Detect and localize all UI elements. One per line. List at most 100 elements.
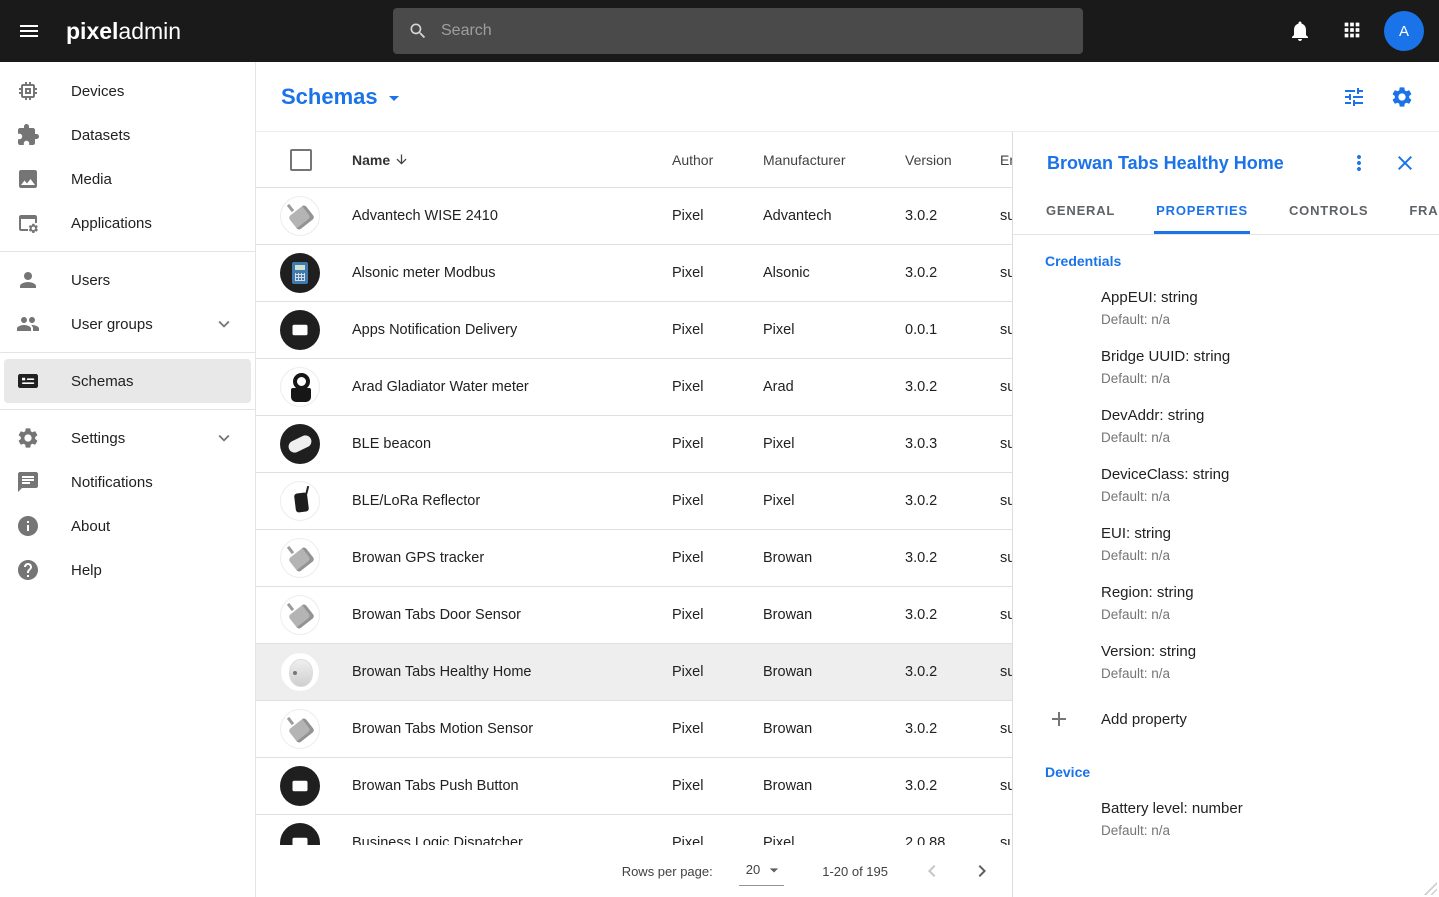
sidebar-divider [0,251,255,252]
section-label-credentials[interactable]: Credentials [1045,253,1423,269]
sidebar-item-label: Devices [71,83,124,100]
sidebar-item-label: About [71,518,110,535]
page-title-dropdown[interactable]: Schemas [281,83,406,110]
sidebar-item-about[interactable]: About [4,504,251,548]
table-row[interactable]: Arad Gladiator Water meterPixelArad3.0.2… [256,359,1012,416]
section-label-device[interactable]: Device [1045,764,1423,780]
page-title: Schemas [281,84,378,110]
cell-author: Pixel [662,208,753,224]
cell-version: 3.0.2 [895,493,990,509]
property-item[interactable]: EUI: string Default: n/a [1101,525,1423,563]
cell-name: Browan Tabs Motion Sensor [342,721,662,737]
schema-thumbnail [280,823,320,845]
property-name: Bridge UUID: string [1101,348,1423,365]
table-row[interactable]: BLE/LoRa ReflectorPixelPixel3.0.2su [256,473,1012,530]
next-page-chevron-icon[interactable] [970,859,994,883]
property-item[interactable]: DeviceClass: stringDefault: n/a [1101,466,1423,504]
sidebar-item-notifications[interactable]: Notifications [4,460,251,504]
schema-thumbnail [280,538,320,578]
table-row[interactable]: Browan Tabs Push ButtonPixelBrowan3.0.2s… [256,758,1012,815]
tab-fragments[interactable]: FRAGMENTS [1407,186,1439,234]
pagination-range: 1-20 of 195 [822,864,888,879]
table-row[interactable]: Business Logic DispatcherPixelPixel2.0.8… [256,815,1012,845]
applications-icon [16,211,40,235]
column-header-manufacturer[interactable]: Manufacturer [753,152,895,168]
property-default: Default: n/a [1101,312,1423,327]
sort-descending-icon [394,152,409,167]
table-row[interactable]: Alsonic meter ModbusPixelAlsonic3.0.2su [256,245,1012,302]
property-name: EUI: string [1101,525,1423,542]
cell-author: Pixel [662,322,753,338]
kebab-menu-icon[interactable] [1347,151,1371,175]
panel-title: Browan Tabs Healthy Home [1047,153,1284,174]
cell-manufacturer: Pixel [753,835,895,845]
logo-light-part: admin [118,18,181,44]
column-header-author[interactable]: Author [662,152,753,168]
schema-thumbnail [280,253,320,293]
table-row[interactable]: Browan Tabs Door SensorPixelBrowan3.0.2s… [256,587,1012,644]
rows-per-page-select[interactable]: 20 [739,857,784,886]
sidebar-item-help[interactable]: Help [4,548,251,592]
hamburger-menu-icon[interactable] [17,19,41,43]
select-all-checkbox[interactable] [290,149,312,171]
sidebar-item-applications[interactable]: Applications [4,201,251,245]
avatar[interactable]: A [1384,11,1424,51]
sidebar-item-schemas[interactable]: Schemas [4,359,251,403]
previous-page-chevron-icon[interactable] [920,859,944,883]
sidebar-item-settings[interactable]: Settings [4,416,251,460]
search-input[interactable] [439,21,1083,41]
cell-version: 3.0.2 [895,379,990,395]
property-item[interactable]: Region: stringDefault: n/a [1101,584,1423,622]
property-item[interactable]: Bridge UUID: stringDefault: n/a [1101,348,1423,386]
schema-thumbnail [280,424,320,464]
table-row[interactable]: Browan GPS trackerPixelBrowan3.0.2su [256,530,1012,587]
notifications-bell-icon[interactable] [1288,19,1312,43]
cell-manufacturer: Browan [753,607,895,623]
property-item[interactable]: AppEUI: stringDefault: n/a [1101,289,1423,327]
cell-author: Pixel [662,664,753,680]
table-row[interactable]: Browan Tabs Healthy HomePixelBrowan3.0.2… [256,644,1012,701]
property-default: Default: n/a [1101,823,1423,838]
property-name: Version: string [1101,643,1423,660]
table-row[interactable]: Apps Notification DeliveryPixelPixel0.0.… [256,302,1012,359]
settings-icon[interactable] [1390,85,1414,109]
property-name: Region: string [1101,584,1423,601]
cell-enabled: su [990,664,1012,680]
property-default: Default: n/a [1101,489,1423,504]
add-property-button[interactable]: Add property [1045,707,1423,731]
table-row[interactable]: Browan Tabs Motion SensorPixelBrowan3.0.… [256,701,1012,758]
close-icon[interactable] [1393,151,1417,175]
sidebar-item-users[interactable]: Users [4,258,251,302]
property-name: Battery level: number [1101,800,1423,817]
table-row[interactable]: BLE beaconPixelPixel3.0.3su [256,416,1012,473]
schema-thumbnail [280,481,320,521]
sidebar-item-devices[interactable]: Devices [4,69,251,113]
global-search[interactable] [393,8,1083,54]
cell-enabled: su [990,322,1012,338]
sidebar-item-user-groups[interactable]: User groups [4,302,251,346]
sidebar-item-label: Applications [71,215,152,232]
column-header-enabled[interactable]: En [990,152,1012,168]
property-item[interactable]: Battery level: number Default: n/a [1101,800,1423,838]
column-header-version[interactable]: Version [895,152,990,168]
table-row[interactable]: Advantech WISE 2410PixelAdvantech3.0.2su [256,188,1012,245]
apps-grid-icon[interactable] [1341,19,1365,43]
app-window: pixeladmin A Devices DatasetsMedia Applica… [0,0,1439,897]
property-default: Default: n/a [1101,548,1423,563]
cell-version: 3.0.2 [895,208,990,224]
property-item[interactable]: DevAddr: stringDefault: n/a [1101,407,1423,445]
sidebar-item-datasets[interactable]: Datasets [4,113,251,157]
column-header-name[interactable]: Name [342,152,662,168]
datasets-icon [16,123,40,147]
app-logo: pixeladmin [66,18,181,45]
tab-controls[interactable]: CONTROLS [1287,186,1370,234]
tab-general[interactable]: GENERAL [1044,186,1117,234]
cell-version: 3.0.2 [895,664,990,680]
property-item[interactable]: Version: stringDefault: n/a [1101,643,1423,681]
sidebar-item-media[interactable]: Media [4,157,251,201]
filter-icon[interactable] [1342,85,1366,109]
cell-manufacturer: Browan [753,550,895,566]
cell-version: 3.0.2 [895,607,990,623]
tab-properties[interactable]: PROPERTIES [1154,186,1250,234]
cell-enabled: su [990,436,1012,452]
